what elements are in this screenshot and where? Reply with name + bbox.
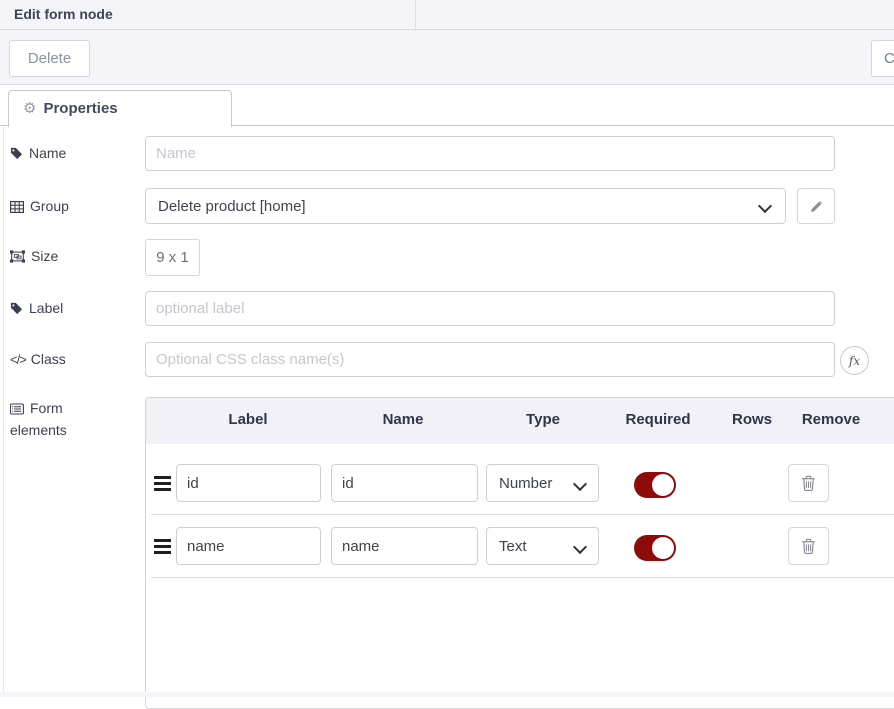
- expression-button[interactable]: fx: [840, 346, 869, 375]
- group-label: Group: [10, 198, 69, 214]
- chevron-down-icon: [573, 477, 587, 491]
- size-label: Size: [10, 248, 58, 264]
- required-toggle[interactable]: [634, 472, 676, 498]
- form-elements-table: Label Name Type Required Rows Remove Num…: [145, 397, 894, 709]
- fx-icon: fx: [849, 354, 860, 368]
- object-group-icon: [10, 250, 25, 263]
- toggle-knob: [652, 537, 674, 559]
- list-alt-icon: [10, 403, 24, 415]
- tab-bar: ⚙ Properties: [0, 85, 894, 126]
- remove-row-button[interactable]: [788, 464, 829, 502]
- chevron-down-icon: [758, 199, 772, 213]
- tab-label: Properties: [43, 100, 117, 117]
- chevron-down-icon: [573, 540, 587, 554]
- table-icon: [10, 201, 24, 213]
- header-label: Label: [228, 411, 267, 428]
- header-divider: [415, 0, 416, 29]
- table-header: Label Name Type Required Rows Remove: [146, 398, 894, 444]
- header-remove: Remove: [802, 411, 860, 428]
- trash-icon: [801, 475, 816, 492]
- row-divider: [151, 514, 894, 515]
- header-required: Required: [625, 411, 690, 428]
- header-name: Name: [383, 411, 424, 428]
- dialog-header: Edit form node: [0, 0, 894, 30]
- row-name-input[interactable]: [331, 464, 478, 502]
- size-button[interactable]: 9 x 1: [145, 239, 200, 276]
- label-label: Label: [10, 300, 63, 316]
- class-label: </>Class: [10, 351, 66, 367]
- tab-properties[interactable]: ⚙ Properties: [8, 90, 232, 127]
- dialog-bottom-edge: [0, 692, 894, 697]
- row-name-input[interactable]: [331, 527, 478, 565]
- row-type-value: Number: [499, 465, 552, 503]
- row-type-select[interactable]: Text: [486, 527, 599, 565]
- toggle-knob: [652, 474, 674, 496]
- code-icon: </>: [10, 352, 26, 367]
- tag-icon: [10, 302, 23, 315]
- group-select[interactable]: Delete product [home]: [145, 188, 786, 224]
- required-toggle[interactable]: [634, 535, 676, 561]
- gear-icon: ⚙: [23, 99, 36, 117]
- form-elements-label: Form elements: [10, 398, 98, 441]
- edit-group-button[interactable]: [797, 188, 835, 224]
- row-label-input[interactable]: [176, 527, 321, 565]
- row-type-select[interactable]: Number: [486, 464, 599, 502]
- tag-icon: [10, 147, 23, 160]
- pencil-icon: [809, 199, 824, 214]
- row-divider: [151, 577, 894, 578]
- delete-button[interactable]: Delete: [9, 40, 90, 77]
- remove-row-button[interactable]: [788, 527, 829, 565]
- header-type: Type: [526, 411, 560, 428]
- name-label: Name: [10, 145, 66, 161]
- drag-handle[interactable]: [154, 476, 171, 494]
- cancel-button[interactable]: Cancel: [871, 40, 894, 77]
- name-input[interactable]: [145, 136, 835, 171]
- label-input[interactable]: [145, 291, 835, 326]
- row-label-input[interactable]: [176, 464, 321, 502]
- drag-handle[interactable]: [154, 539, 171, 557]
- row-type-value: Text: [499, 528, 527, 566]
- dialog-toolbar: Delete Cancel: [0, 30, 894, 85]
- header-rows: Rows: [732, 411, 772, 428]
- class-input[interactable]: [145, 342, 835, 377]
- group-select-value: Delete product [home]: [158, 189, 306, 225]
- dialog-title: Edit form node: [14, 6, 113, 22]
- trash-icon: [801, 538, 816, 555]
